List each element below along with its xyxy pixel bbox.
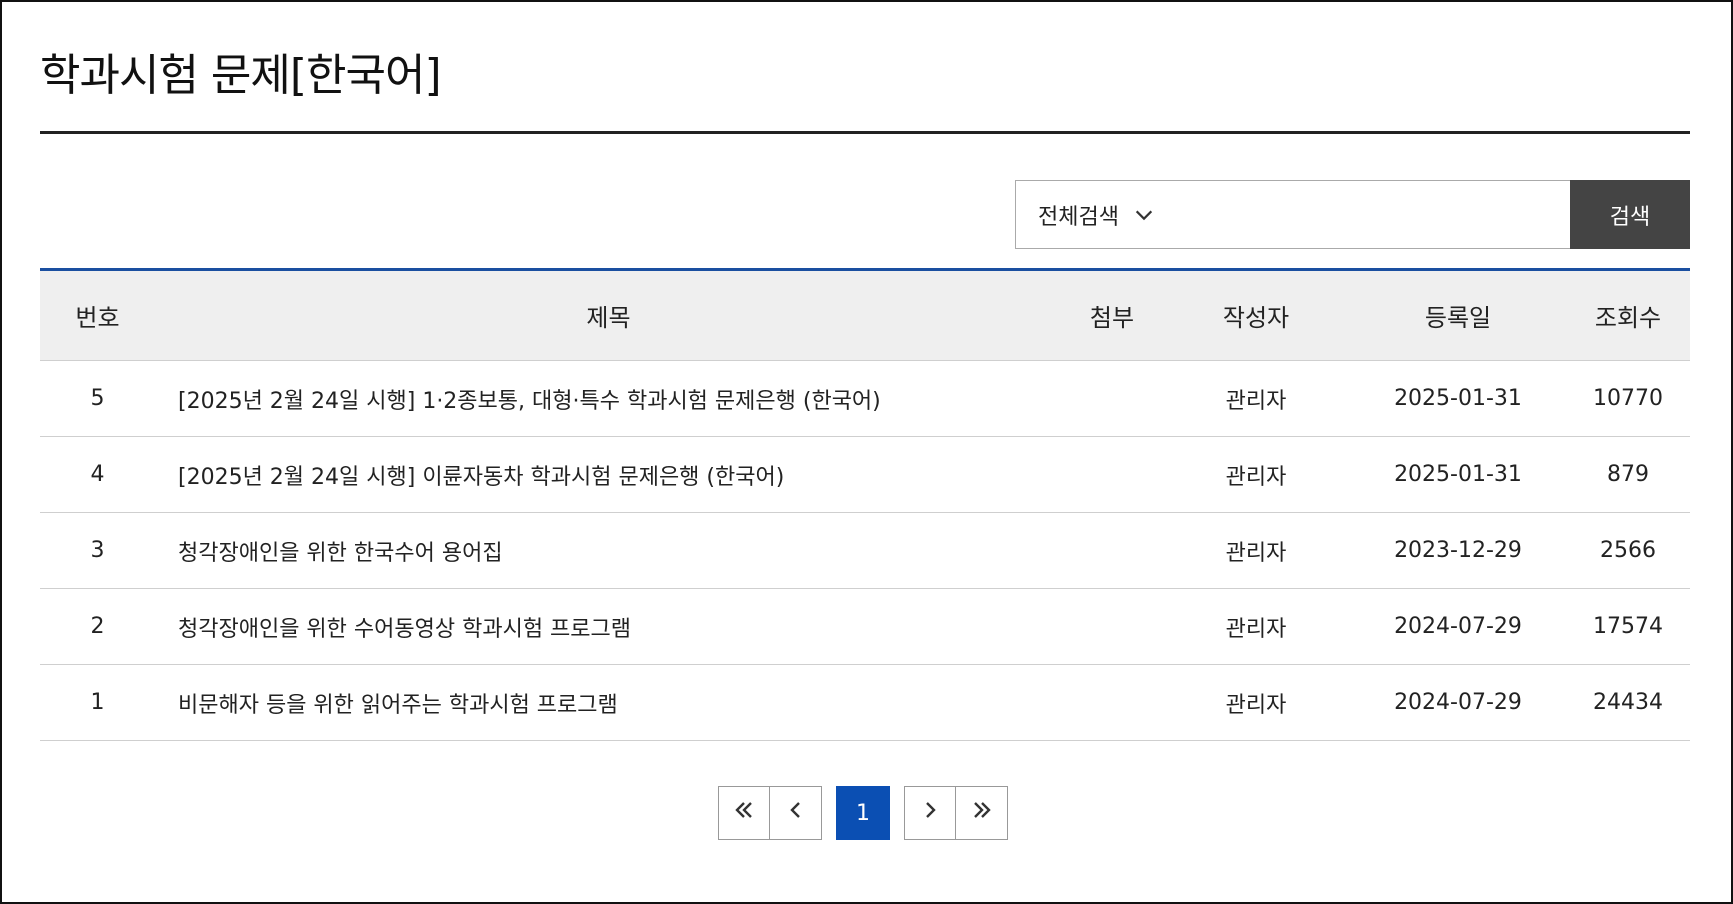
header-attachment: 첨부 (1089, 304, 1135, 332)
row-title-link[interactable]: 비문해자 등을 위한 읽어주는 학과시험 프로그램 (155, 687, 1062, 719)
row-views: 24434 (1593, 690, 1663, 715)
row-date: 2024-07-29 (1394, 614, 1522, 639)
row-date: 2024-07-29 (1394, 690, 1522, 715)
table-row: 5 [2025년 2월 24일 시행] 1·2종보통, 대형·특수 학과시험 문… (40, 361, 1690, 437)
row-author: 관리자 (1225, 540, 1287, 566)
first-page-button[interactable] (718, 786, 770, 840)
header-no: 번호 (75, 304, 120, 332)
pagination: 1 (718, 786, 1008, 840)
chevron-down-icon (1133, 204, 1155, 226)
row-date: 2025-01-31 (1394, 462, 1522, 487)
search-scope-select[interactable]: 전체검색 (1015, 180, 1180, 249)
row-no: 3 (90, 538, 105, 563)
row-author: 관리자 (1225, 692, 1287, 718)
row-views: 10770 (1593, 386, 1663, 411)
table-row: 2 청각장애인을 위한 수어동영상 학과시험 프로그램 관리자 2024-07-… (40, 589, 1690, 665)
row-title-link[interactable]: 청각장애인을 위한 한국수어 용어집 (155, 535, 1062, 567)
search-input[interactable] (1179, 180, 1571, 249)
row-views: 2566 (1600, 538, 1656, 563)
header-views: 조회수 (1594, 304, 1662, 332)
row-no: 5 (90, 386, 105, 411)
prev-page-button[interactable] (770, 786, 822, 840)
last-page-button[interactable] (956, 786, 1008, 840)
table-header-row: 번호 제목 첨부 작성자 등록일 조회수 (40, 271, 1690, 361)
header-author: 작성자 (1222, 304, 1290, 332)
row-author: 관리자 (1225, 616, 1287, 642)
double-chevron-right-icon (970, 798, 994, 828)
row-author: 관리자 (1225, 388, 1287, 414)
search-scope-label: 전체검색 (1038, 204, 1119, 230)
board-table: 번호 제목 첨부 작성자 등록일 조회수 5 [2025년 2월 24일 시행]… (40, 268, 1690, 741)
chevron-left-icon (784, 798, 808, 828)
row-date: 2025-01-31 (1394, 386, 1522, 411)
table-row: 1 비문해자 등을 위한 읽어주는 학과시험 프로그램 관리자 2024-07-… (40, 665, 1690, 741)
double-chevron-left-icon (732, 798, 756, 828)
page-title: 학과시험 문제[한국어] (40, 50, 442, 101)
row-views: 879 (1607, 462, 1649, 487)
row-date: 2023-12-29 (1394, 538, 1522, 563)
row-title-link[interactable]: 청각장애인을 위한 수어동영상 학과시험 프로그램 (155, 611, 1062, 643)
title-divider (40, 131, 1690, 134)
row-title-link[interactable]: [2025년 2월 24일 시행] 1·2종보통, 대형·특수 학과시험 문제은… (155, 383, 1062, 415)
row-no: 4 (90, 462, 105, 487)
row-author: 관리자 (1225, 464, 1287, 490)
row-no: 2 (90, 614, 105, 639)
search-button[interactable]: 검색 (1570, 180, 1690, 249)
row-no: 1 (90, 690, 105, 715)
next-page-button[interactable] (904, 786, 956, 840)
header-date: 등록일 (1424, 304, 1492, 332)
table-row: 4 [2025년 2월 24일 시행] 이륜자동차 학과시험 문제은행 (한국어… (40, 437, 1690, 513)
page-number-current[interactable]: 1 (836, 786, 890, 840)
header-title: 제목 (586, 304, 631, 332)
row-views: 17574 (1593, 614, 1663, 639)
table-row: 3 청각장애인을 위한 한국수어 용어집 관리자 2023-12-29 2566 (40, 513, 1690, 589)
row-title-link[interactable]: [2025년 2월 24일 시행] 이륜자동차 학과시험 문제은행 (한국어) (155, 459, 1062, 491)
chevron-right-icon (918, 798, 942, 828)
